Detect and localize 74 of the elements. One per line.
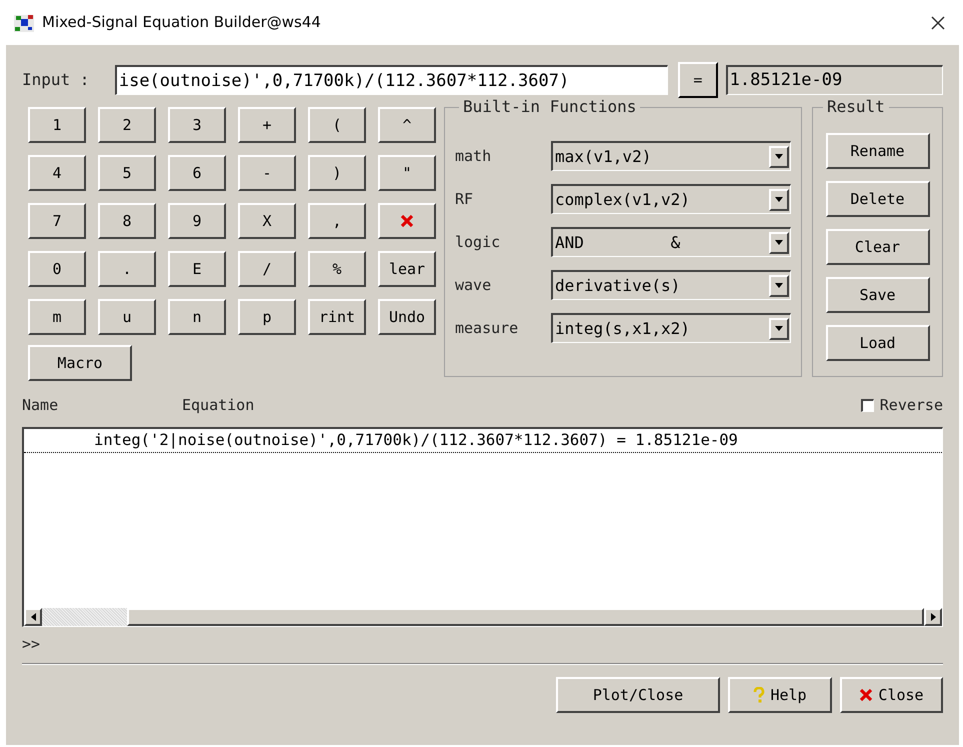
- function-category-label: wave: [455, 274, 492, 296]
- result-button[interactable]: Rename: [826, 133, 930, 169]
- keypad-button[interactable]: lear: [378, 251, 436, 287]
- keypad-button[interactable]: 3: [168, 107, 226, 143]
- keypad-button[interactable]: 4: [28, 155, 86, 191]
- keypad-button[interactable]: ): [308, 155, 366, 191]
- keypad-button[interactable]: 2: [98, 107, 156, 143]
- function-category-label: RF: [455, 188, 474, 210]
- input-field[interactable]: ise(outnoise)',0,71700k)/(112.3607*112.3607): [114, 65, 668, 95]
- keypad-button[interactable]: 5: [98, 155, 156, 191]
- scroll-left-icon[interactable]: [24, 608, 42, 626]
- dropdown-value: integ(s,x1,x2): [554, 318, 691, 340]
- dropdown-value: derivative(s): [554, 274, 682, 296]
- function-dropdown[interactable]: complex(v1,v2): [551, 184, 791, 214]
- keypad-button[interactable]: E: [168, 251, 226, 287]
- keypad-button[interactable]: -: [238, 155, 296, 191]
- function-category-label: math: [455, 146, 492, 167]
- keypad-button[interactable]: 1: [28, 107, 86, 143]
- keypad-button[interactable]: /: [238, 251, 296, 287]
- function-dropdown[interactable]: integ(s,x1,x2): [551, 313, 791, 343]
- column-header: Equation: [182, 394, 256, 416]
- plot-close-button[interactable]: Plot/Close: [556, 677, 720, 713]
- keypad-button[interactable]: n: [168, 299, 226, 335]
- keypad-button[interactable]: 0: [28, 251, 86, 287]
- keypad-button[interactable]: 9: [168, 203, 226, 239]
- result-button[interactable]: Save: [826, 277, 930, 313]
- close-icon[interactable]: [931, 16, 945, 30]
- function-dropdown[interactable]: derivative(s): [551, 270, 791, 300]
- keypad-button[interactable]: Undo: [378, 299, 436, 335]
- macro-button[interactable]: Macro: [28, 345, 132, 381]
- dropdown-value: max(v1,v2): [554, 146, 652, 168]
- keypad-button[interactable]: 8: [98, 203, 156, 239]
- checkbox-label: Reverse: [880, 394, 943, 416]
- keypad-button[interactable]: 6: [168, 155, 226, 191]
- keypad-button[interactable]: u: [98, 299, 156, 335]
- delete-icon: [400, 214, 414, 228]
- window-title: Mixed-Signal Equation Builder@ws44: [42, 12, 322, 34]
- keypad-button[interactable]: ^: [378, 107, 436, 143]
- keypad-button[interactable]: 7: [28, 203, 86, 239]
- keypad-button[interactable]: (: [308, 107, 366, 143]
- keypad-button[interactable]: rint: [308, 299, 366, 335]
- reverse-checkbox[interactable]: [860, 398, 874, 412]
- keypad-button[interactable]: +: [238, 107, 296, 143]
- question-mark-icon: [753, 687, 766, 703]
- keypad-button[interactable]: %: [308, 251, 366, 287]
- function-category-label: measure: [455, 318, 520, 339]
- command-prompt: >>: [22, 634, 42, 655]
- result-button[interactable]: Clear: [826, 229, 930, 265]
- keypad-button[interactable]: ": [378, 155, 436, 191]
- app-icon: [14, 12, 34, 32]
- result-button[interactable]: Delete: [826, 181, 930, 217]
- keypad-button[interactable]: m: [28, 299, 86, 335]
- equals-button[interactable]: =: [678, 62, 718, 98]
- help-button[interactable]: Help: [728, 677, 832, 713]
- function-category-label: logic: [455, 232, 502, 253]
- function-dropdown[interactable]: AND &: [551, 227, 791, 257]
- delete-button[interactable]: [378, 203, 436, 239]
- result-button[interactable]: Load: [826, 325, 930, 361]
- scroll-right-icon[interactable]: [924, 608, 942, 626]
- input-label: Input :: [22, 69, 90, 91]
- equation-text[interactable]: integ('2|noise(outnoise)',0,71700k)/(112.3607*112.3607) = 1.85121e-09: [94, 429, 738, 452]
- function-dropdown[interactable]: max(v1,v2): [551, 141, 791, 171]
- column-header: Name: [22, 394, 60, 416]
- dropdown-value: AND &: [554, 232, 682, 254]
- close-icon: [859, 688, 874, 702]
- dropdown-value: complex(v1,v2): [554, 188, 691, 210]
- keypad-button[interactable]: p: [238, 299, 296, 335]
- result-field: 1.85121e-09: [726, 65, 943, 95]
- group-title: Built-in Functions: [462, 96, 638, 118]
- keypad-button[interactable]: .: [98, 251, 156, 287]
- keypad-button[interactable]: ,: [308, 203, 366, 239]
- group-title: Result: [826, 96, 886, 118]
- keypad-button[interactable]: X: [238, 203, 296, 239]
- close-button[interactable]: Close: [840, 677, 943, 713]
